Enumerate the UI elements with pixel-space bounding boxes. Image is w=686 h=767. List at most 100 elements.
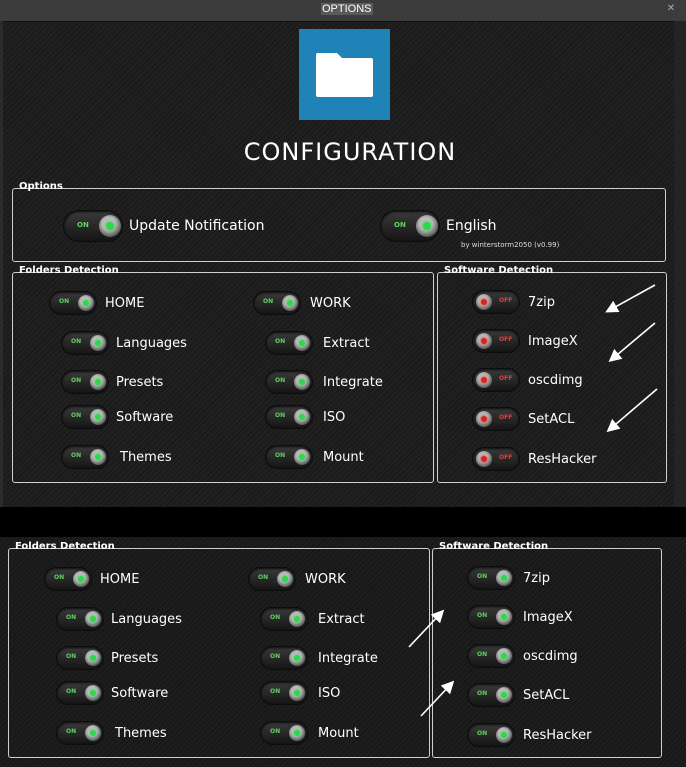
toggle-state: ON	[275, 452, 286, 459]
folder-mount-toggle[interactable]: ON	[266, 446, 312, 468]
update-notification-toggle[interactable]: ON	[64, 211, 122, 241]
toggle-state: OFF	[499, 375, 513, 382]
software-after-imagex-toggle[interactable]: ON	[468, 606, 514, 628]
software-7zip-label: 7zip	[528, 295, 555, 310]
left-border	[0, 21, 3, 507]
software-oscdimg-toggle[interactable]: OFF	[473, 369, 519, 391]
toggle-state: ON	[66, 688, 77, 695]
toggle-knob	[73, 571, 89, 587]
folder-icon	[299, 29, 390, 120]
software-after-reshacker-toggle[interactable]: ON	[468, 724, 514, 746]
toggle-state: ON	[77, 221, 89, 229]
software-after-setacl-toggle[interactable]: ON	[468, 684, 514, 706]
toggle-state: ON	[270, 614, 281, 621]
folder-extract-toggle[interactable]: ON	[266, 332, 312, 354]
software-setacl-label: SetACL	[528, 412, 575, 427]
options-window: OPTIONS ✕ CONFIGURATION Options ON Updat…	[0, 0, 686, 507]
toggle-knob	[294, 374, 310, 390]
toggle-state: ON	[71, 338, 82, 345]
software-after-oscdimg-label: oscdimg	[523, 649, 578, 664]
window-title: OPTIONS	[321, 3, 373, 15]
folder-after-home-toggle[interactable]: ON	[45, 568, 91, 590]
folder-after-work-toggle[interactable]: ON	[249, 568, 295, 590]
toggle-knob	[99, 215, 121, 237]
folder-after-work-label: WORK	[305, 572, 346, 587]
software-setacl-toggle[interactable]: OFF	[473, 408, 519, 430]
toggle-knob	[282, 295, 298, 311]
toggle-knob	[90, 409, 106, 425]
software-after-oscdimg-toggle[interactable]: ON	[468, 645, 514, 667]
folder-after-integrate-toggle[interactable]: ON	[261, 647, 307, 669]
folder-after-software-toggle[interactable]: ON	[57, 682, 103, 704]
software-after-7zip-toggle[interactable]: ON	[468, 567, 514, 589]
folder-mount-label: Mount	[323, 450, 364, 465]
folder-iso-toggle[interactable]: ON	[266, 406, 312, 428]
toggle-state: ON	[477, 730, 488, 737]
close-icon[interactable]: ✕	[660, 2, 682, 16]
english-label: English	[446, 218, 497, 234]
folder-after-languages-toggle[interactable]: ON	[57, 608, 103, 630]
right-border	[674, 21, 686, 507]
folder-themes-label: Themes	[120, 450, 172, 465]
toggle-knob	[294, 335, 310, 351]
toggle-knob	[90, 374, 106, 390]
toggle-knob	[90, 335, 106, 351]
toggle-state: ON	[66, 614, 77, 621]
toggle-knob	[496, 648, 512, 664]
toggle-knob	[85, 725, 101, 741]
toggle-knob	[85, 685, 101, 701]
folder-home-label: HOME	[105, 296, 145, 311]
toggle-state: ON	[54, 574, 65, 581]
toggle-state: ON	[66, 653, 77, 660]
toggle-knob	[294, 409, 310, 425]
folders-legend-after: Folders Detection	[15, 541, 115, 552]
folder-after-mount-toggle[interactable]: ON	[261, 722, 307, 744]
folder-home-toggle[interactable]: ON	[50, 292, 96, 314]
software-reshacker-toggle[interactable]: OFF	[473, 448, 519, 470]
toggle-knob	[476, 372, 492, 388]
folder-integrate-toggle[interactable]: ON	[266, 371, 312, 393]
title-bar[interactable]: OPTIONS ✕	[0, 0, 686, 22]
toggle-state: ON	[270, 653, 281, 660]
toggle-knob	[416, 215, 438, 237]
folder-after-iso-toggle[interactable]: ON	[261, 682, 307, 704]
folder-after-extract-label: Extract	[318, 612, 365, 627]
toggle-knob	[496, 727, 512, 743]
toggle-knob	[85, 650, 101, 666]
toggle-knob	[289, 611, 305, 627]
folder-after-themes-toggle[interactable]: ON	[57, 722, 103, 744]
folder-after-presets-toggle[interactable]: ON	[57, 647, 103, 669]
toggle-knob	[289, 685, 305, 701]
credit-text: by winterstorm2050 (v0.99)	[461, 241, 560, 249]
english-toggle[interactable]: ON	[381, 211, 439, 241]
toggle-state: OFF	[499, 414, 513, 421]
toggle-state: ON	[477, 651, 488, 658]
software-7zip-toggle[interactable]: OFF	[473, 291, 519, 313]
toggle-knob	[294, 449, 310, 465]
folder-work-label: WORK	[310, 296, 351, 311]
folder-languages-label: Languages	[116, 336, 187, 351]
folder-work-toggle[interactable]: ON	[254, 292, 300, 314]
folder-themes-toggle[interactable]: ON	[62, 446, 108, 468]
toggle-state: ON	[66, 728, 77, 735]
software-after-7zip-label: 7zip	[523, 571, 550, 586]
folder-presets-toggle[interactable]: ON	[62, 371, 108, 393]
toggle-knob	[496, 570, 512, 586]
folder-software-toggle[interactable]: ON	[62, 406, 108, 428]
folder-after-mount-label: Mount	[318, 726, 359, 741]
folder-software-label: Software	[116, 410, 174, 425]
toggle-knob	[78, 295, 94, 311]
folder-after-extract-toggle[interactable]: ON	[261, 608, 307, 630]
folder-languages-toggle[interactable]: ON	[62, 332, 108, 354]
toggle-state: ON	[275, 412, 286, 419]
toggle-knob	[476, 294, 492, 310]
toggle-knob	[476, 333, 492, 349]
folder-presets-label: Presets	[116, 375, 164, 390]
toggle-state: ON	[270, 688, 281, 695]
software-after-setacl-label: SetACL	[523, 688, 570, 703]
software-imagex-toggle[interactable]: OFF	[473, 330, 519, 352]
toggle-knob	[289, 725, 305, 741]
toggle-state: ON	[263, 298, 274, 305]
folder-after-integrate-label: Integrate	[318, 651, 378, 666]
software-imagex-label: ImageX	[528, 334, 578, 349]
